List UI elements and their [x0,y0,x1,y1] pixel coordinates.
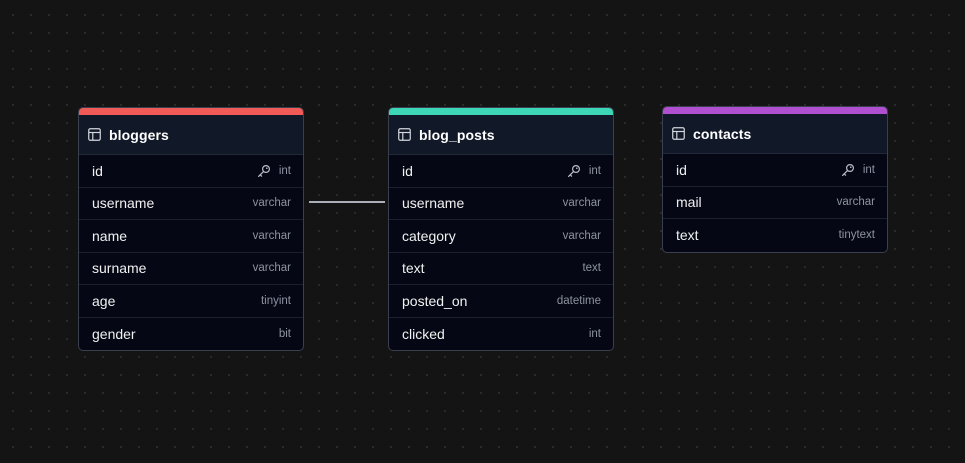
table-icon [398,128,411,141]
column-name: clicked [402,325,445,342]
column-name: id [402,162,413,179]
table-header[interactable]: blog_posts [389,115,613,155]
table-accent-bar [79,108,303,115]
column-type: varchar [252,229,291,242]
table-icon [88,128,101,141]
column-row-id[interactable]: id int [79,155,303,188]
table-bloggers[interactable]: bloggers id int username varchar name varchar… [78,107,304,351]
key-icon [567,164,581,178]
column-row-id[interactable]: id int [663,154,887,187]
column-name: name [92,227,128,244]
column-row-clicked[interactable]: clicked int [389,318,613,351]
table-accent-bar [389,108,613,115]
column-type: int [278,164,291,177]
table-icon [672,127,685,140]
column-type: int [588,327,601,340]
column-name: username [92,195,155,212]
column-row-username[interactable]: username varchar [79,188,303,220]
table-blog-posts[interactable]: blog_posts id int username varchar category v… [388,107,614,351]
table-contacts[interactable]: contacts id int mail varchar text tinytext [662,106,888,253]
column-name: username [402,195,465,212]
column-type: text [582,262,601,275]
column-name: surname [92,260,147,277]
column-row-id[interactable]: id int [389,155,613,188]
key-icon [841,163,855,177]
column-type: int [862,163,875,176]
column-list: id int username varchar name varchar surname va… [79,155,303,350]
column-row-age[interactable]: age tinyint [79,285,303,318]
column-type: bit [278,327,291,340]
column-row-name[interactable]: name varchar [79,220,303,253]
column-type: varchar [252,197,291,210]
column-row-username[interactable]: username varchar [389,188,613,220]
column-row-category[interactable]: category varchar [389,220,613,253]
column-list: id int username varchar category varchar text t… [389,155,613,350]
column-type: varchar [252,262,291,275]
table-header[interactable]: contacts [663,114,887,154]
table-name: contacts [693,125,752,142]
table-header[interactable]: bloggers [79,115,303,155]
column-type: varchar [562,229,601,242]
column-name: posted_on [402,292,468,309]
column-type: varchar [836,196,875,209]
column-name: id [92,162,103,179]
column-name: text [676,227,699,244]
column-name: mail [676,194,702,211]
column-type: varchar [562,197,601,210]
column-name: age [92,292,116,309]
column-name: text [402,260,425,277]
column-row-mail[interactable]: mail varchar [663,187,887,219]
column-row-gender[interactable]: gender bit [79,318,303,351]
table-name: blog_posts [419,126,495,143]
column-row-surname[interactable]: surname varchar [79,253,303,285]
column-name: category [402,227,456,244]
column-list: id int mail varchar text tinytext [663,154,887,252]
column-type: int [588,164,601,177]
column-type: datetime [556,294,601,307]
column-name: gender [92,325,136,342]
column-row-text[interactable]: text text [389,253,613,285]
column-row-posted-on[interactable]: posted_on datetime [389,285,613,318]
table-accent-bar [663,107,887,114]
column-type: tinytext [838,229,875,242]
column-row-text[interactable]: text tinytext [663,219,887,252]
key-icon [257,164,271,178]
table-name: bloggers [109,126,169,143]
column-type: tinyint [260,294,291,307]
column-name: id [676,161,687,178]
